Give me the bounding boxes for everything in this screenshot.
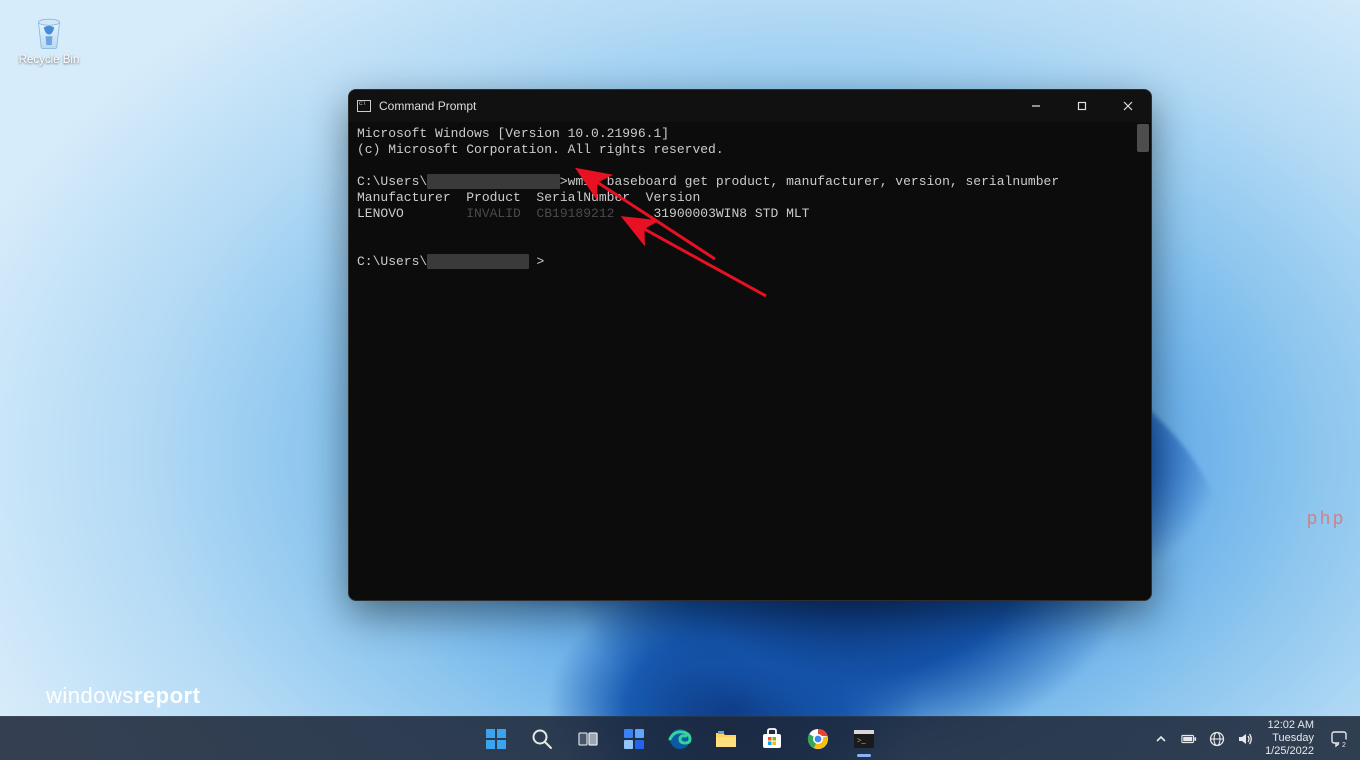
watermark-right: report: [134, 683, 201, 708]
taskbar-clock[interactable]: 12:02 AM Tuesday 1/25/2022: [1265, 719, 1314, 758]
search-button[interactable]: [522, 719, 562, 759]
notification-icon: 2: [1329, 729, 1349, 749]
battery-indicator[interactable]: [1181, 731, 1197, 747]
recycle-bin[interactable]: Recycle Bin: [14, 10, 84, 66]
task-view-button[interactable]: [568, 719, 608, 759]
output-header: Manufacturer Product SerialNumber Versio…: [357, 190, 700, 205]
start-icon: [484, 727, 508, 751]
clock-date: 1/25/2022: [1265, 745, 1314, 758]
tray-overflow-button[interactable]: [1153, 731, 1169, 747]
window-title: Command Prompt: [379, 99, 476, 113]
edge-button[interactable]: [660, 719, 700, 759]
clock-time: 12:02 AM: [1265, 719, 1314, 732]
system-tray: 12:02 AM Tuesday 1/25/2022 2: [1153, 719, 1352, 758]
network-icon: [1209, 731, 1225, 747]
recycle-bin-label: Recycle Bin: [14, 54, 84, 66]
redacted-username: [427, 254, 528, 269]
volume-indicator[interactable]: [1237, 731, 1253, 747]
close-button[interactable]: [1105, 90, 1151, 122]
watermark-left: windows: [46, 683, 134, 708]
php-watermark: php: [1307, 508, 1346, 529]
desktop[interactable]: Recycle Bin windowsreport php Command Pr…: [0, 0, 1360, 760]
chevron-up-icon: [1155, 733, 1167, 745]
redacted-product-serial: INVALID CB19189212: [466, 206, 614, 221]
terminal-taskbar-button[interactable]: >_: [844, 719, 884, 759]
prompt-path: C:\Users\: [357, 254, 427, 269]
svg-text:2: 2: [1342, 742, 1346, 749]
widgets-button[interactable]: [614, 719, 654, 759]
command-prompt-window[interactable]: Command Prompt Microsoft Windows [Versio…: [348, 89, 1152, 601]
command-prompt-icon: [357, 100, 371, 112]
watermark: windowsreport: [46, 683, 200, 709]
battery-icon: [1181, 733, 1197, 745]
taskbar: >_: [0, 716, 1360, 760]
microsoft-store-button[interactable]: [752, 719, 792, 759]
search-icon: [530, 727, 554, 751]
prompt-path: C:\Users\: [357, 174, 427, 189]
terminal-output[interactable]: Microsoft Windows [Version 10.0.21996.1]…: [349, 122, 1151, 600]
maximize-button[interactable]: [1059, 90, 1105, 122]
widgets-icon: [622, 727, 646, 751]
volume-icon: [1237, 731, 1253, 747]
terminal-line: (c) Microsoft Corporation. All rights re…: [357, 142, 724, 157]
clock-day: Tuesday: [1265, 732, 1314, 745]
task-view-icon: [576, 727, 600, 751]
output-manufacturer: LENOVO: [357, 206, 466, 221]
prompt-cursor: >: [529, 254, 545, 269]
terminal-line: Microsoft Windows [Version 10.0.21996.1]: [357, 126, 669, 141]
chrome-icon: [806, 727, 830, 751]
recycle-bin-icon: [28, 10, 70, 52]
file-explorer-icon: [714, 727, 738, 751]
titlebar[interactable]: Command Prompt: [349, 90, 1151, 122]
minimize-button[interactable]: [1013, 90, 1059, 122]
notifications-button[interactable]: 2: [1326, 726, 1352, 752]
scrollbar-thumb[interactable]: [1137, 124, 1149, 152]
taskbar-center: >_: [476, 719, 884, 759]
prompt-command: >wmic baseboard get product, manufacture…: [560, 174, 1059, 189]
scrollbar[interactable]: [1135, 122, 1151, 600]
file-explorer-button[interactable]: [706, 719, 746, 759]
terminal-icon: >_: [852, 727, 876, 751]
chrome-button[interactable]: [798, 719, 838, 759]
redacted-username: [427, 174, 560, 189]
network-indicator[interactable]: [1209, 731, 1225, 747]
start-button[interactable]: [476, 719, 516, 759]
microsoft-store-icon: [760, 727, 784, 751]
edge-icon: [668, 727, 692, 751]
output-version: 31900003WIN8 STD MLT: [614, 206, 809, 221]
svg-text:>_: >_: [857, 736, 867, 745]
